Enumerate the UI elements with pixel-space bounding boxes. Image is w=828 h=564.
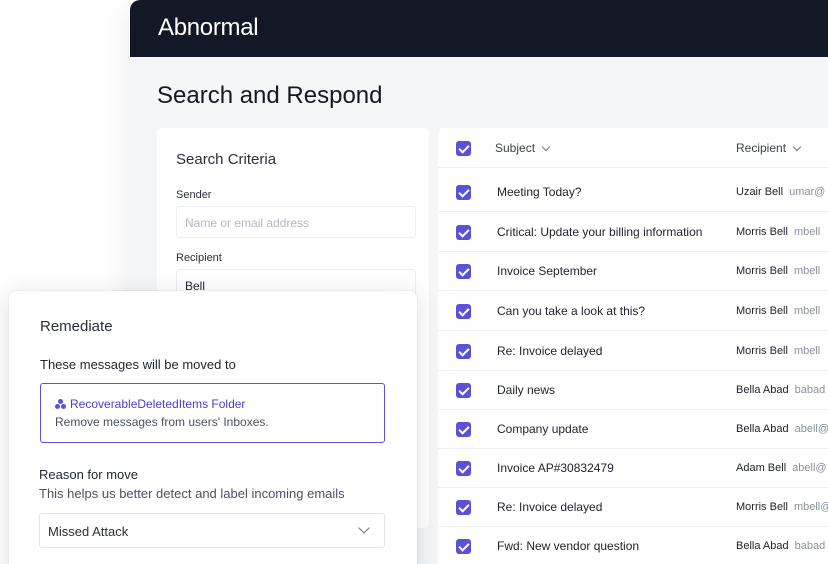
remediate-panel: Remediate These messages will be moved t… bbox=[9, 291, 417, 564]
recipient-column-label: Recipient bbox=[736, 141, 787, 155]
table-row[interactable]: Meeting Today? Uzair Bell umar@ bbox=[438, 173, 828, 212]
table-row[interactable]: Daily news Bella Abad babad bbox=[438, 371, 828, 410]
row-subject: Meeting Today? bbox=[497, 185, 582, 199]
table-row[interactable]: Invoice September Morris Bell mbell bbox=[438, 252, 828, 291]
row-recipient: Bella Abad babad bbox=[736, 540, 825, 552]
search-criteria-title: Search Criteria bbox=[176, 151, 277, 168]
subject-column-label: Subject bbox=[495, 141, 536, 155]
remediate-title: Remediate bbox=[40, 318, 113, 335]
recycle-icon bbox=[55, 399, 66, 409]
row-recipient: Bella Abad babad bbox=[736, 384, 825, 396]
table-row[interactable]: Company update Bella Abad abell@ bbox=[438, 410, 828, 449]
recipient-name: Uzair Bell bbox=[736, 186, 784, 198]
logo-text: Abnormal bbox=[158, 14, 259, 41]
recipient-email: mbell@ bbox=[793, 501, 828, 513]
recipient-name: Morris Bell bbox=[736, 501, 788, 513]
row-checkbox[interactable] bbox=[456, 225, 471, 240]
recipient-email: abell@ bbox=[792, 462, 827, 474]
row-subject: Critical: Update your billing informatio… bbox=[497, 225, 703, 239]
row-checkbox[interactable] bbox=[456, 264, 471, 279]
folder-name-row: RecoverableDeletedItems Folder bbox=[55, 397, 245, 411]
table-row[interactable]: Re: Invoice delayed Morris Bell mbell@ bbox=[438, 488, 828, 527]
table-row[interactable]: Fwd: New vendor question Bella Abad babad bbox=[438, 527, 828, 564]
recipient-column-header[interactable]: Recipient bbox=[736, 141, 802, 155]
recipient-email: mbell bbox=[793, 305, 821, 317]
recipient-name: Morris Bell bbox=[736, 226, 788, 238]
row-checkbox[interactable] bbox=[456, 185, 471, 200]
recipient-label: Recipient bbox=[176, 252, 222, 264]
row-checkbox[interactable] bbox=[456, 344, 471, 359]
brand-logo[interactable]: Abnormal bbox=[158, 14, 259, 42]
table-row[interactable]: Re: Invoice delayed Morris Bell mbell bbox=[438, 332, 828, 371]
row-checkbox[interactable] bbox=[456, 539, 471, 554]
recipient-name: Morris Bell bbox=[736, 345, 788, 357]
stage: Abnormal Search and Respond Search Crite… bbox=[0, 0, 828, 564]
recipient-email: mbell bbox=[793, 265, 821, 277]
chevron-down-icon bbox=[792, 142, 802, 151]
row-subject: Invoice AP#30832479 bbox=[497, 461, 614, 475]
sender-label: Sender bbox=[176, 189, 212, 201]
recipient-name: Adam Bell bbox=[736, 462, 787, 474]
row-checkbox[interactable] bbox=[456, 500, 471, 515]
row-subject: Fwd: New vendor question bbox=[497, 539, 640, 553]
row-recipient: Bella Abad abell@ bbox=[736, 423, 828, 435]
recipient-email: abell@ bbox=[794, 423, 828, 435]
recipient-email: babad bbox=[794, 384, 826, 396]
row-recipient: Morris Bell mbell bbox=[736, 265, 820, 277]
row-checkbox[interactable] bbox=[456, 461, 471, 476]
destination-folder-option[interactable]: RecoverableDeletedItems Folder Remove me… bbox=[40, 383, 385, 443]
move-destination-label: These messages will be moved to bbox=[40, 357, 236, 372]
reason-select[interactable]: Missed Attack bbox=[39, 513, 385, 548]
recipient-email: babad bbox=[794, 540, 826, 552]
row-recipient: Morris Bell mbell bbox=[736, 345, 820, 357]
table-row[interactable]: Invoice AP#30832479 Adam Bell abell@ bbox=[438, 449, 828, 488]
top-bar: Abnormal bbox=[130, 0, 828, 57]
recipient-name: Bella Abad bbox=[736, 540, 789, 552]
row-recipient: Uzair Bell umar@ bbox=[736, 186, 825, 198]
row-subject: Can you take a look at this? bbox=[497, 304, 646, 318]
sender-input[interactable]: Name or email address bbox=[176, 206, 416, 238]
folder-name: RecoverableDeletedItems Folder bbox=[70, 397, 246, 411]
reason-select-value: Missed Attack bbox=[48, 524, 129, 539]
row-checkbox[interactable] bbox=[456, 383, 471, 398]
table-row[interactable]: Critical: Update your billing informatio… bbox=[438, 213, 828, 252]
chevron-down-icon bbox=[358, 522, 370, 534]
row-subject: Re: Invoice delayed bbox=[497, 344, 603, 358]
row-subject: Daily news bbox=[497, 383, 556, 397]
table-row[interactable]: Can you take a look at this? Morris Bell… bbox=[438, 292, 828, 331]
row-recipient: Morris Bell mbell@ bbox=[736, 501, 828, 513]
select-all-checkbox[interactable] bbox=[456, 141, 471, 156]
row-checkbox[interactable] bbox=[456, 422, 471, 437]
recipient-name: Bella Abad bbox=[736, 423, 789, 435]
recipient-email: mbell bbox=[793, 345, 821, 357]
subject-column-header[interactable]: Subject bbox=[495, 141, 551, 155]
chevron-down-icon bbox=[541, 142, 551, 151]
recipient-email: mbell bbox=[793, 226, 821, 238]
recipient-name: Morris Bell bbox=[736, 305, 788, 317]
row-subject: Company update bbox=[497, 422, 589, 436]
row-recipient: Morris Bell mbell bbox=[736, 305, 820, 317]
row-subject: Invoice September bbox=[497, 264, 598, 278]
row-recipient: Morris Bell mbell bbox=[736, 226, 820, 238]
reason-label: Reason for move bbox=[39, 467, 138, 482]
page-title: Search and Respond bbox=[157, 82, 383, 109]
recipient-email: umar@ bbox=[789, 186, 826, 198]
folder-description: Remove messages from users' Inboxes. bbox=[55, 415, 269, 429]
reason-help-text: This helps us better detect and label in… bbox=[39, 486, 345, 501]
row-subject: Re: Invoice delayed bbox=[497, 500, 603, 514]
messages-table: Subject Recipient Meeting Today? Uzair B… bbox=[438, 128, 828, 564]
recipient-name: Bella Abad bbox=[736, 384, 789, 396]
recipient-name: Morris Bell bbox=[736, 265, 788, 277]
row-recipient: Adam Bell abell@ bbox=[736, 462, 827, 474]
row-checkbox[interactable] bbox=[456, 304, 471, 319]
table-header: Subject Recipient bbox=[438, 128, 828, 168]
